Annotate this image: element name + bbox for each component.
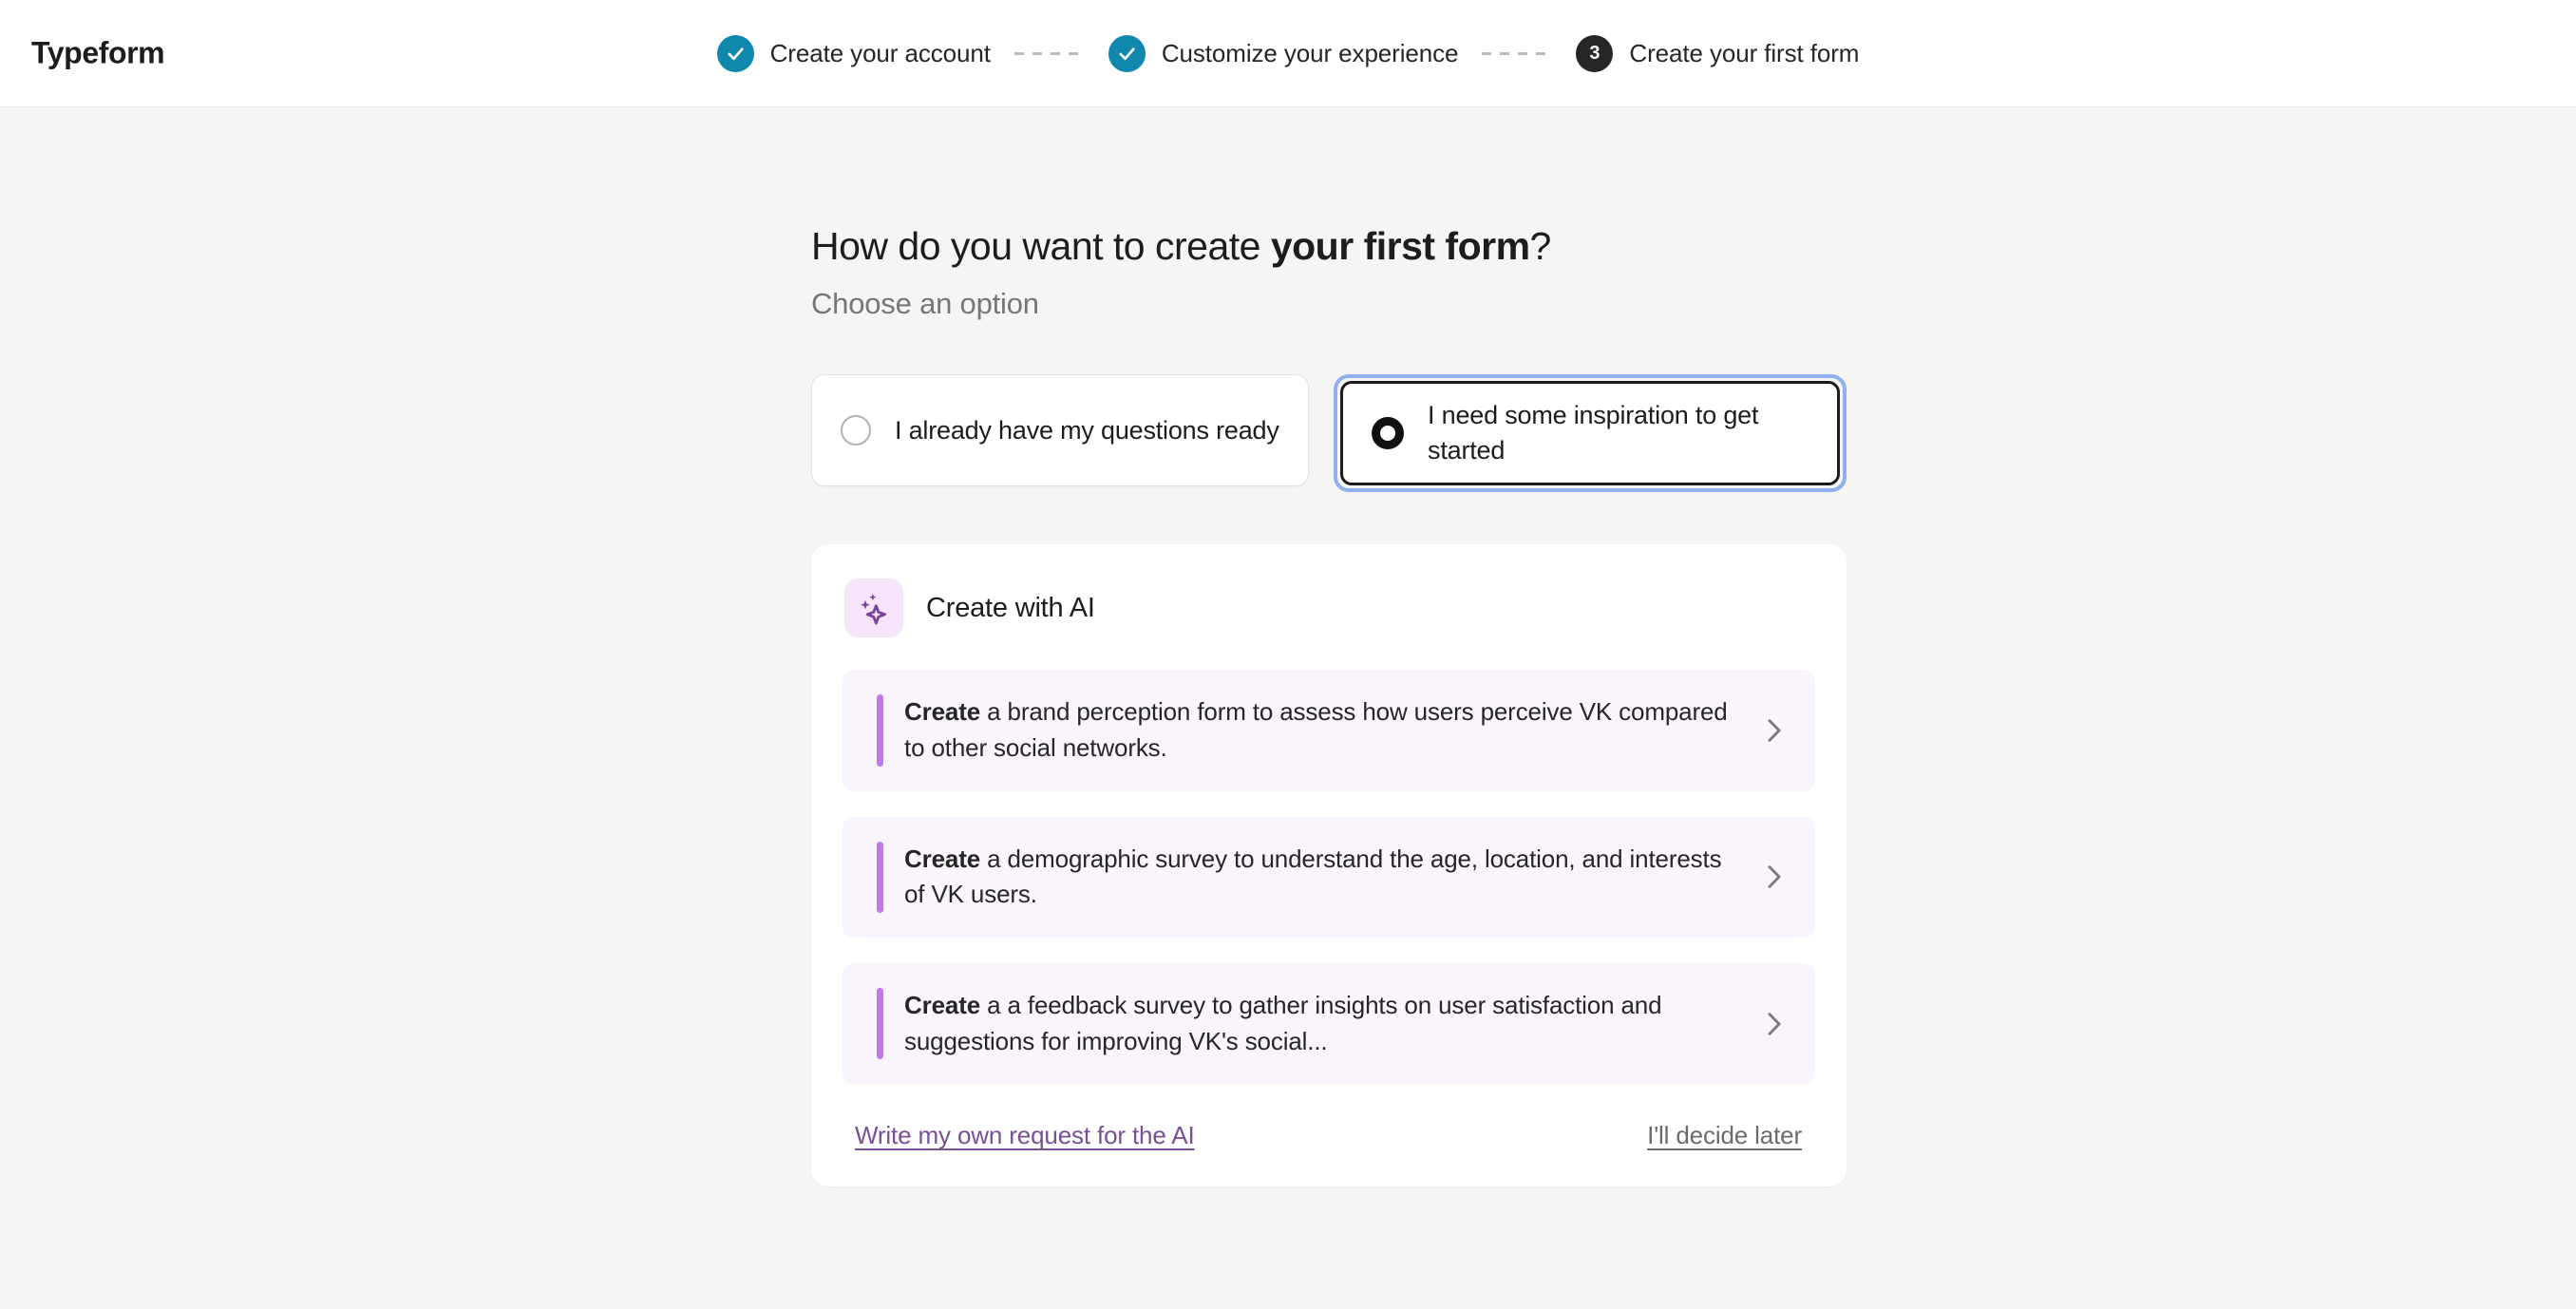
page-title-prefix: How do you want to create: [811, 224, 1271, 268]
chevron-right-icon[interactable]: [1762, 1012, 1787, 1036]
option-card-questions-ready[interactable]: I already have my questions ready: [811, 374, 1310, 487]
chevron-right-icon-glyph: [1768, 865, 1781, 889]
option-group: I already have my questions ready I need…: [811, 374, 1847, 493]
option-card-need-inspiration[interactable]: I need some inspiration to get started: [1340, 381, 1840, 486]
suggestion-accent-bar: [877, 987, 883, 1060]
step-create-first-form[interactable]: 3 Create your first form: [1576, 34, 1860, 72]
step-3-status-circle: 3: [1576, 34, 1614, 72]
sparkles-icon-glyph: [861, 594, 886, 625]
chevron-right-icon-glyph: [1768, 718, 1781, 742]
page-title: How do you want to create your first for…: [811, 224, 1847, 269]
check-icon: [1119, 47, 1135, 60]
create-with-ai-title: Create with AI: [926, 592, 1095, 623]
option-label-questions-ready: I already have my questions ready: [895, 415, 1279, 445]
page-subtitle: Choose an option: [811, 287, 1039, 321]
write-own-request-link[interactable]: Write my own request for the AI: [855, 1121, 1195, 1150]
suggestion-text: Create a demographic survey to understan…: [904, 842, 1762, 913]
step-connector-2: [1482, 51, 1553, 55]
sparkles-icon: [844, 579, 903, 638]
step-3-label: Create your first form: [1629, 38, 1860, 67]
option-wrapper-need-inspiration: I need some inspiration to get started: [1334, 374, 1847, 493]
create-with-ai-panel: Create with AI Create a brand perception…: [811, 544, 1847, 1187]
suggestion-accent-bar: [877, 694, 883, 767]
step-2-status-circle: [1108, 34, 1146, 72]
step-customize-experience[interactable]: Customize your experience: [1108, 34, 1459, 72]
step-1-label: Create your account: [769, 38, 991, 67]
app-header: Typeform Create your account Customize y…: [0, 0, 2576, 107]
ai-panel-footer: Write my own request for the AI I'll dec…: [843, 1110, 1815, 1186]
suggestion-bold-prefix: Create: [904, 990, 981, 1019]
chevron-right-icon[interactable]: [1762, 718, 1787, 743]
radio-button-selected-icon[interactable]: [1372, 417, 1405, 450]
ai-suggestion-row[interactable]: Create a brand perception form to assess…: [843, 670, 1815, 791]
suggestion-body: a brand perception form to assess how us…: [904, 697, 1728, 762]
step-3-number: 3: [1589, 43, 1601, 64]
suggestion-accent-bar: [877, 841, 883, 913]
brand-logo[interactable]: Typeform: [31, 36, 165, 71]
ai-suggestion-row[interactable]: Create a demographic survey to understan…: [843, 816, 1815, 938]
onboarding-content: How do you want to create your first for…: [811, 224, 1847, 1187]
main-area: How do you want to create your first for…: [0, 107, 2576, 1309]
chevron-right-icon-glyph: [1768, 1012, 1781, 1035]
decide-later-link[interactable]: I'll decide later: [1647, 1121, 1802, 1150]
chevron-right-icon[interactable]: [1762, 864, 1787, 889]
step-create-account[interactable]: Create your account: [716, 34, 991, 72]
suggestion-body: a demographic survey to understand the a…: [904, 844, 1722, 909]
check-icon: [728, 47, 744, 60]
page-title-emphasis: your first form: [1270, 224, 1530, 268]
suggestion-text: Create a a feedback survey to gather ins…: [904, 988, 1762, 1059]
onboarding-stepper: Create your account Customize your exper…: [716, 34, 1860, 72]
create-with-ai-header: Create with AI: [843, 579, 1815, 638]
step-connector-1: [1013, 51, 1085, 55]
option-label-need-inspiration: I need some inspiration to get started: [1428, 400, 1759, 465]
page-title-suffix: ?: [1529, 224, 1552, 268]
suggestion-bold-prefix: Create: [904, 844, 981, 873]
ai-suggestion-row[interactable]: Create a a feedback survey to gather ins…: [843, 962, 1815, 1085]
suggestion-text: Create a brand perception form to assess…: [904, 694, 1762, 766]
step-1-status-circle: [716, 34, 754, 72]
radio-button-unselected-icon[interactable]: [841, 415, 871, 446]
suggestion-body: a a feedback survey to gather insights o…: [904, 990, 1662, 1055]
option-wrapper-questions-ready: I already have my questions ready: [811, 374, 1310, 487]
step-2-label: Customize your experience: [1161, 38, 1459, 67]
suggestion-bold-prefix: Create: [904, 697, 981, 727]
